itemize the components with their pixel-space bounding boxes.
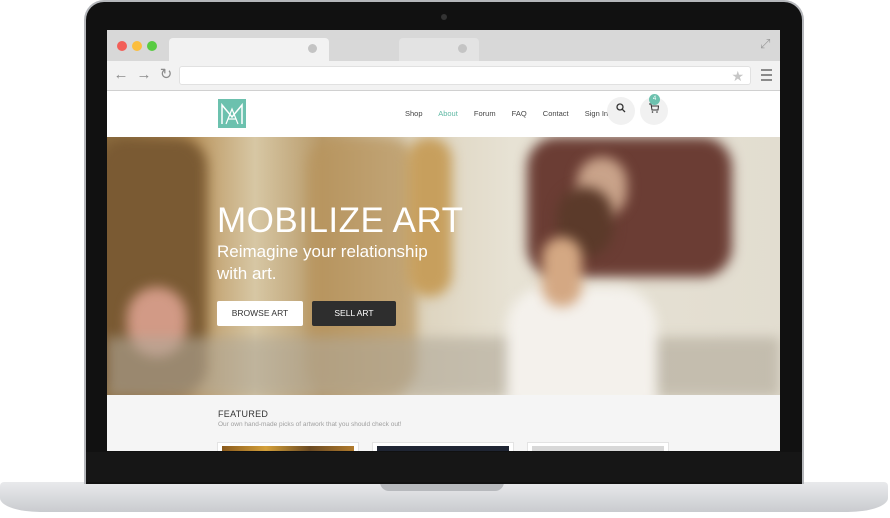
forward-arrow-icon[interactable]: →	[135, 66, 153, 84]
nav-forum[interactable]: Forum	[474, 109, 496, 118]
maximize-window-button[interactable]	[147, 41, 157, 51]
tab-close-icon[interactable]	[308, 44, 317, 53]
browse-art-button[interactable]: BROWSE ART	[217, 301, 303, 326]
laptop-bezel-bottom	[86, 452, 802, 482]
main-nav: Shop About Forum FAQ Contact Sign In	[405, 109, 622, 118]
sell-art-button[interactable]: SELL ART	[312, 301, 396, 326]
card-image	[377, 446, 509, 451]
nav-sign-in[interactable]: Sign In	[585, 109, 608, 118]
reload-icon[interactable]: ↻	[157, 66, 175, 84]
featured-card[interactable]	[372, 442, 514, 451]
hero-child-shirt	[507, 287, 657, 395]
nav-contact[interactable]: Contact	[543, 109, 569, 118]
card-image	[532, 446, 664, 451]
bookmark-star-icon[interactable]: ★	[731, 68, 744, 85]
tab-bar: ⤢	[107, 30, 780, 61]
hero-subtitle: Reimagine your relationship with art.	[217, 242, 428, 283]
cart-count-badge: 4	[649, 94, 660, 105]
featured-card[interactable]	[527, 442, 669, 451]
hero-banner: MOBILIZE ART Reimagine your relationship…	[107, 137, 780, 395]
browser-tab-active[interactable]	[169, 38, 329, 61]
search-icon[interactable]	[607, 97, 635, 125]
site-logo[interactable]	[218, 99, 246, 128]
hamburger-menu-icon[interactable]	[761, 69, 772, 84]
hero-bg-floor	[107, 337, 780, 395]
address-bar[interactable]: ★	[179, 66, 751, 85]
browser-tab-inactive[interactable]	[399, 38, 479, 61]
featured-subtitle: Our own hand-made picks of artwork that …	[218, 421, 402, 428]
featured-card[interactable]	[217, 442, 359, 451]
browser-toolbar: ← → ↻ ★	[107, 61, 780, 91]
browser-window: ⤢ ← → ↻ ★ Shop About Forum FAQ Contact S…	[107, 30, 780, 451]
tab-close-icon[interactable]	[458, 44, 467, 53]
minimize-window-button[interactable]	[132, 41, 142, 51]
camera-icon	[441, 14, 447, 20]
close-window-button[interactable]	[117, 41, 127, 51]
nav-about[interactable]: About	[438, 109, 458, 118]
featured-section: FEATURED Our own hand-made picks of artw…	[107, 395, 780, 451]
card-image	[222, 446, 354, 451]
back-arrow-icon[interactable]: ←	[112, 66, 130, 84]
featured-title: FEATURED	[218, 409, 269, 419]
fullscreen-icon[interactable]: ⤢	[760, 37, 774, 51]
nav-shop[interactable]: Shop	[405, 109, 423, 118]
hero-child-arm	[542, 237, 582, 307]
hero-title: MOBILIZE ART	[217, 201, 464, 240]
nav-faq[interactable]: FAQ	[512, 109, 527, 118]
site-header: Shop About Forum FAQ Contact Sign In 4	[107, 91, 780, 137]
